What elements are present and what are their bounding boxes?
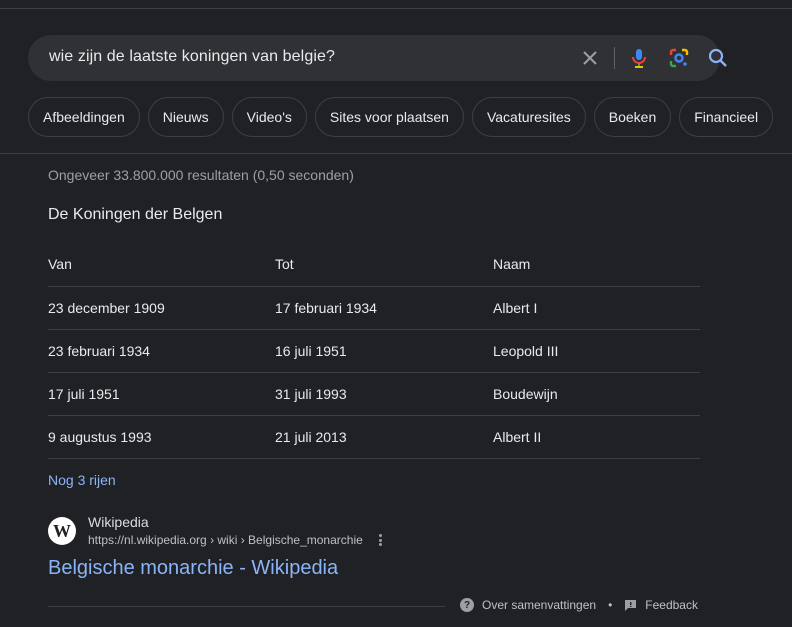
table-cell: 23 december 1909 — [48, 300, 165, 316]
column-header: Tot — [275, 256, 294, 272]
chip-nieuws[interactable]: Nieuws — [147, 97, 224, 137]
results-stats: Ongeveer 33.800.000 resultaten (0,50 sec… — [48, 167, 354, 183]
column-header: Van — [48, 256, 72, 272]
table-row: 17 juli 1951 31 juli 1993 Boudewijn — [48, 373, 700, 416]
table-cell: Boudewijn — [493, 386, 558, 402]
top-border — [0, 0, 792, 9]
chip-afbeeldingen[interactable]: Afbeeldingen — [28, 97, 140, 137]
table-cell: Leopold III — [493, 343, 559, 359]
featured-snippet-title: De Koningen der Belgen — [48, 206, 223, 223]
result-title-link[interactable]: Belgische monarchie - Wikipedia — [48, 557, 338, 580]
more-rows-link[interactable]: Nog 3 rijen — [48, 472, 116, 488]
column-header: Naam — [493, 256, 531, 272]
more-options-icon[interactable] — [374, 532, 386, 548]
table-cell: 17 juli 1951 — [48, 386, 120, 402]
table-cell: 23 februari 1934 — [48, 343, 150, 359]
search-icon[interactable] — [706, 46, 730, 70]
feedback-link[interactable]: Feedback — [624, 598, 698, 612]
feedback-icon — [624, 599, 637, 612]
chip-sites-voor-plaatsen[interactable]: Sites voor plaatsen — [314, 97, 464, 137]
footer-divider — [48, 606, 445, 607]
snippet-footer: ? Over samenvattingen • Feedback — [460, 598, 698, 612]
table-cell: 21 juli 2013 — [275, 429, 347, 445]
close-icon[interactable] — [578, 46, 602, 70]
help-icon: ? — [460, 598, 474, 612]
search-bar[interactable]: wie zijn de laatste koningen van belgie? — [28, 35, 727, 81]
header-divider — [0, 153, 792, 154]
table-row: 23 februari 1934 16 juli 1951 Leopold II… — [48, 330, 700, 373]
chip-vacaturesites[interactable]: Vacaturesites — [471, 97, 586, 137]
wikipedia-favicon-icon[interactable]: W — [48, 517, 76, 545]
table-cell: Albert I — [493, 300, 538, 316]
result-url[interactable]: https://nl.wikipedia.org › wiki › Belgis… — [88, 533, 363, 547]
table-cell: Albert II — [493, 429, 542, 445]
table-header-row: Van Tot Naam — [48, 244, 700, 287]
table-cell: 31 juli 1993 — [275, 386, 347, 402]
table-cell: 17 februari 1934 — [275, 300, 377, 316]
table-row: 9 augustus 1993 21 juli 2013 Albert II — [48, 416, 700, 459]
chip-boeken[interactable]: Boeken — [593, 97, 672, 137]
table-cell: 9 augustus 1993 — [48, 429, 152, 445]
feedback-label: Feedback — [645, 598, 698, 612]
google-lens-icon[interactable] — [667, 46, 691, 70]
chip-videos[interactable]: Video's — [231, 97, 307, 137]
featured-snippet-table: Van Tot Naam 23 december 1909 17 februar… — [48, 244, 700, 459]
about-snippets-link[interactable]: ? Over samenvattingen — [460, 598, 596, 612]
microphone-icon[interactable] — [627, 46, 651, 70]
chip-financieel[interactable]: Financieel — [679, 97, 774, 137]
result-site-name[interactable]: Wikipedia — [88, 514, 149, 530]
table-row: 23 december 1909 17 februari 1934 Albert… — [48, 287, 700, 330]
footer-separator: • — [608, 598, 613, 612]
search-filter-chips: Afbeeldingen Nieuws Video's Sites voor p… — [28, 97, 774, 137]
search-input[interactable]: wie zijn de laatste koningen van belgie? — [49, 48, 335, 66]
table-cell: 16 juli 1951 — [275, 343, 347, 359]
about-snippets-label: Over samenvattingen — [482, 598, 597, 612]
search-bar-divider — [614, 47, 615, 69]
